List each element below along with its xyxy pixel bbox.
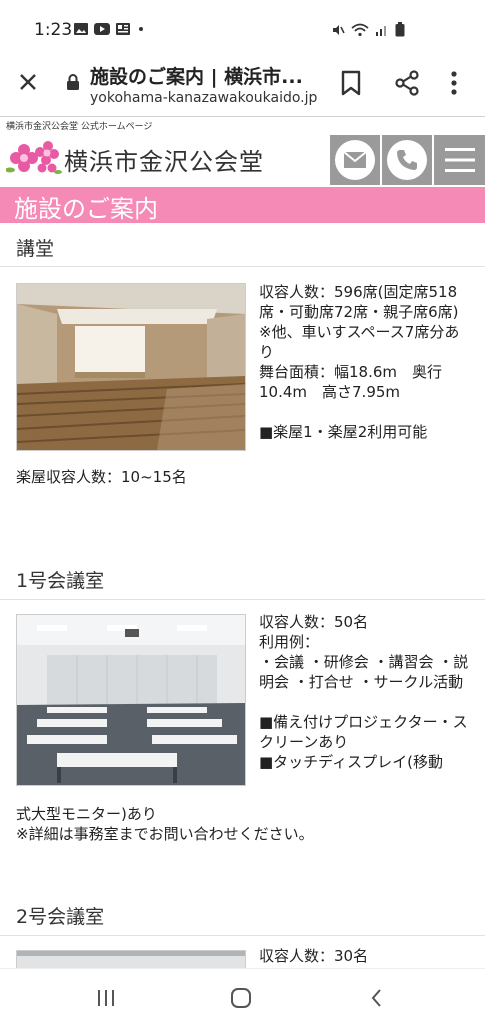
close-icon bbox=[20, 74, 36, 90]
news-icon bbox=[116, 23, 130, 35]
share-icon[interactable] bbox=[394, 70, 420, 96]
meeting-room-1-notes: 式大型モニター)あり ※詳細は事務室までお問い合わせください。 bbox=[16, 805, 314, 843]
status-bar: 1:23 bbox=[0, 0, 485, 46]
meeting-room-1-description: 収容人数：50名 利用例： ・会議 ・研修会 ・講習会 ・説明会 ・打合せ ・サ… bbox=[259, 613, 469, 771]
meeting-room-2-photo bbox=[16, 950, 246, 969]
back-icon bbox=[371, 989, 381, 1007]
bookmark-icon[interactable] bbox=[340, 70, 362, 96]
section-title-auditorium: 講堂 bbox=[16, 238, 55, 260]
auditorium-image bbox=[17, 284, 245, 450]
close-tab-button[interactable] bbox=[14, 68, 42, 96]
lock-icon bbox=[67, 74, 79, 90]
site-tagline: 横浜市金沢公会堂 公式ホームページ bbox=[6, 122, 153, 132]
android-nav-bar bbox=[0, 968, 485, 1025]
section-divider bbox=[0, 599, 485, 600]
section-divider bbox=[0, 266, 485, 267]
auditorium-description: 収容人数：596席(固定席518席・可動席72席・親子席6席) ※他、車いすスペ… bbox=[259, 283, 460, 441]
section-title-meeting-room-1: 1号会議室 bbox=[16, 570, 105, 592]
site-name[interactable]: 横浜市金沢公会堂 bbox=[64, 142, 264, 177]
phone-icon bbox=[397, 150, 417, 170]
home-icon bbox=[231, 988, 251, 1008]
signal-icon bbox=[376, 25, 386, 36]
phone-button[interactable] bbox=[382, 135, 432, 185]
section-divider bbox=[0, 935, 485, 936]
gallery-icon bbox=[74, 23, 88, 35]
browser-page-title[interactable]: 施設のご案内 | 横浜市... bbox=[90, 62, 303, 89]
youtube-icon bbox=[94, 23, 110, 35]
dot-icon bbox=[139, 27, 143, 31]
meeting-room-1-photo bbox=[16, 614, 246, 786]
site-logo[interactable] bbox=[6, 140, 62, 176]
recent-apps-button[interactable] bbox=[93, 985, 119, 1011]
notification-icons bbox=[74, 23, 146, 35]
more-menu-icon[interactable] bbox=[449, 70, 459, 96]
home-button[interactable] bbox=[228, 985, 254, 1011]
back-button[interactable] bbox=[364, 985, 390, 1011]
meeting-room-2-description: 収容人数：30名 bbox=[259, 947, 369, 965]
hamburger-menu-button[interactable] bbox=[434, 135, 485, 185]
mail-icon bbox=[343, 151, 367, 168]
battery-icon bbox=[395, 22, 405, 37]
browser-toolbar: 施設のご案内 | 横浜市... yokohama-kanazawakoukaid… bbox=[0, 46, 485, 118]
system-icons bbox=[331, 22, 405, 37]
meeting-room-2-image bbox=[17, 951, 245, 969]
wifi-icon bbox=[351, 23, 369, 36]
meeting-room-image bbox=[17, 615, 245, 785]
section-title-meeting-room-2: 2号会議室 bbox=[16, 906, 105, 928]
auditorium-photo bbox=[16, 283, 246, 451]
url-bar[interactable]: yokohama-kanazawakoukaido.jp bbox=[90, 90, 317, 106]
recent-apps-icon bbox=[98, 990, 114, 1006]
flower-logo-icon bbox=[6, 141, 62, 174]
auditorium-dressing-room-capacity: 楽屋収容人数：10~15名 bbox=[16, 468, 187, 486]
mute-icon bbox=[333, 24, 345, 35]
hamburger-menu-icon bbox=[444, 148, 475, 172]
status-time: 1:23 bbox=[34, 20, 73, 40]
page-heading: 施設のご案内 bbox=[14, 195, 158, 223]
toolbar-divider bbox=[0, 116, 485, 117]
mail-button[interactable] bbox=[330, 135, 380, 185]
page-banner: 施設のご案内 bbox=[0, 187, 485, 223]
